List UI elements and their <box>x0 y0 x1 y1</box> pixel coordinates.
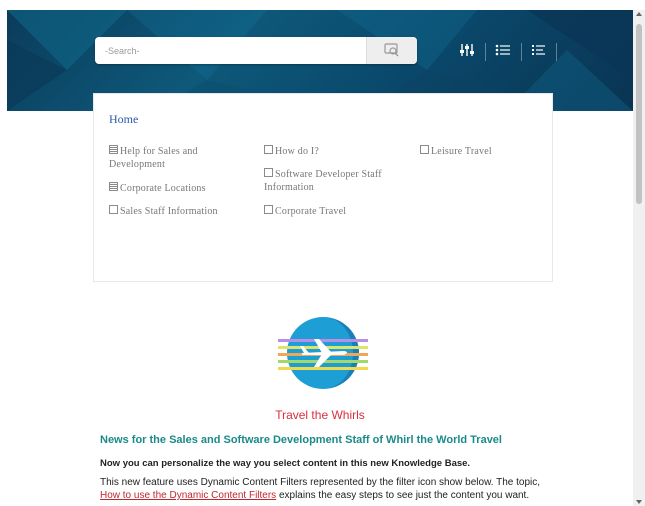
toc-item-label: How do I? <box>275 146 320 157</box>
index-list-icon[interactable] <box>531 43 553 61</box>
dynamic-filters-link[interactable]: How to use the Dynamic Content Filters <box>100 490 276 501</box>
toc-item-how-do-i[interactable]: How do I? <box>264 145 384 158</box>
filter-sliders-icon[interactable] <box>459 43 481 61</box>
toc-item-label: Sales Staff Information <box>120 206 218 217</box>
toc-item-label: Leisure Travel <box>431 146 492 157</box>
news-heading: News for the Sales and Software Developm… <box>100 434 502 446</box>
search-button[interactable] <box>366 37 417 64</box>
toc-item-label: Corporate Locations <box>120 183 206 194</box>
toc-item-label: Help for Sales and Development <box>109 146 198 170</box>
toc-item-sales-staff[interactable]: Sales Staff Information <box>109 205 259 218</box>
intro-text: Now you can personalize the way you sele… <box>100 458 471 469</box>
toc-item-corporate-travel[interactable]: Corporate Travel <box>264 205 394 218</box>
toc-item-software-developer-staff[interactable]: Software Developer Staff Information <box>264 168 389 194</box>
toolbar-divider <box>485 43 486 61</box>
scroll-up-arrow-icon[interactable] <box>636 12 642 16</box>
toc-item-label: Corporate Travel <box>275 206 347 217</box>
toolbar-divider <box>521 43 522 61</box>
page-icon <box>109 205 118 214</box>
toolbar-divider <box>556 43 557 61</box>
search-input[interactable] <box>105 43 365 58</box>
toc-item-help-sales-development[interactable]: Help for Sales and Development <box>109 145 229 171</box>
page-icon <box>264 145 273 154</box>
description-paragraph: This new feature uses Dynamic Content Fi… <box>100 476 550 502</box>
toc-item-label: Software Developer Staff Information <box>264 169 382 193</box>
page-icon <box>264 205 273 214</box>
site-title: Travel the Whirls <box>275 408 365 422</box>
airplane-logo-icon <box>278 317 368 389</box>
toc-item-leisure-travel[interactable]: Leisure Travel <box>420 145 540 158</box>
para-text: This new feature uses Dynamic Content Fi… <box>100 477 541 488</box>
search-box <box>95 37 417 64</box>
vertical-scrollbar[interactable] <box>633 10 645 506</box>
page-icon <box>420 145 429 154</box>
book-icon <box>109 182 118 191</box>
scroll-down-arrow-icon[interactable] <box>636 500 642 504</box>
toc-list-icon[interactable] <box>495 43 517 61</box>
help-page: Home Help for Sales and Development Corp… <box>7 10 633 506</box>
search-icon <box>384 43 399 57</box>
toc-panel: Home Help for Sales and Development Corp… <box>93 93 553 282</box>
para-text-end: explains the easy steps to see just the … <box>276 490 530 501</box>
toc-item-corporate-locations[interactable]: Corporate Locations <box>109 182 249 195</box>
home-link[interactable]: Home <box>109 112 138 127</box>
book-icon <box>109 145 118 154</box>
page-icon <box>264 168 273 177</box>
scrollbar-thumb[interactable] <box>636 24 642 204</box>
